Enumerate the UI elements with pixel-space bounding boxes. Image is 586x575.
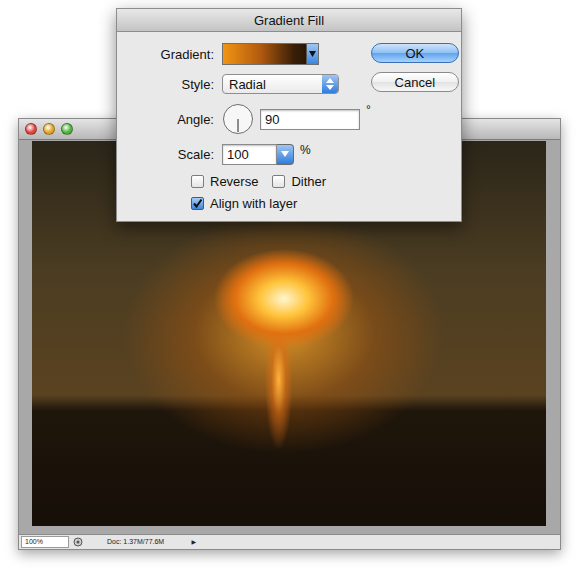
cancel-button[interactable]: Cancel [371, 72, 459, 92]
option-line: Align with layer [191, 194, 371, 212]
status-info-icon[interactable] [73, 537, 83, 547]
scale-unit: % [300, 143, 311, 157]
checkbox[interactable] [272, 175, 285, 188]
style-select[interactable]: Radial [222, 74, 339, 94]
desktop: 100%Doc: 1.37M/77.6M▶Gradient FillGradie… [0, 0, 586, 575]
select-arrows [322, 75, 338, 93]
scale-input[interactable]: 100 [222, 144, 277, 165]
checkbox-row[interactable]: Align with layer [191, 194, 297, 212]
gradient-swatch[interactable] [223, 44, 306, 64]
dialog-buttons: OK Cancel [371, 43, 459, 221]
scale-row: 100% [222, 143, 371, 165]
close-button[interactable] [25, 123, 37, 135]
gradient-fill-dialog: Gradient Fill Gradient: Style: Radial Angle:… [116, 8, 462, 222]
checkbox-row[interactable]: Dither [272, 172, 326, 190]
checkbox-label: Dither [291, 174, 326, 189]
style-value: Radial [223, 76, 322, 93]
gradient-dropdown-button[interactable] [306, 44, 318, 64]
checkbox[interactable] [191, 197, 204, 210]
angle-input[interactable]: 90 [260, 109, 360, 130]
checkbox-label: Reverse [210, 174, 258, 189]
angle-unit: ° [366, 103, 371, 117]
status-menu-button[interactable]: ▶ [191, 537, 196, 547]
gradient-label: Gradient: [117, 47, 214, 62]
style-row: Radial [222, 73, 371, 95]
gradient-row [222, 43, 371, 65]
angle-label: Angle: [117, 112, 214, 127]
minimize-button[interactable] [43, 123, 55, 135]
up-down-arrows-icon [326, 78, 334, 90]
dialog-body: Gradient: Style: Radial Angle: 90 ° Scale: 100%… [117, 32, 461, 221]
document-size: Doc: 1.37M/77.6M [87, 537, 187, 547]
checkbox-label: Align with layer [210, 196, 297, 211]
dropdown-arrow-icon [281, 151, 289, 157]
scale-label: Scale: [117, 147, 214, 162]
check-icon [192, 198, 203, 209]
dialog-title: Gradient Fill [117, 9, 461, 32]
gradient-picker[interactable] [222, 43, 319, 65]
status-bar: 100% Doc: 1.37M/77.6M ▶ [19, 534, 560, 549]
angle-row: 90 ° [222, 103, 371, 135]
zoom-field[interactable]: 100% [21, 536, 69, 548]
ok-button[interactable]: OK [371, 43, 459, 63]
scale-dropdown-button[interactable] [277, 144, 294, 165]
zoom-button[interactable] [61, 123, 73, 135]
dropdown-arrow-icon [309, 51, 316, 57]
options: Reverse Dither Align with layer [117, 172, 371, 212]
option-line: Reverse Dither [191, 172, 371, 190]
form: Gradient: Style: Radial Angle: 90 ° Scale: 100%… [117, 43, 371, 221]
angle-dial-icon[interactable] [222, 103, 254, 135]
checkbox[interactable] [191, 175, 204, 188]
checkbox-row[interactable]: Reverse [191, 172, 258, 190]
scale-combo[interactable]: 100 [222, 144, 294, 165]
style-label: Style: [117, 77, 214, 92]
